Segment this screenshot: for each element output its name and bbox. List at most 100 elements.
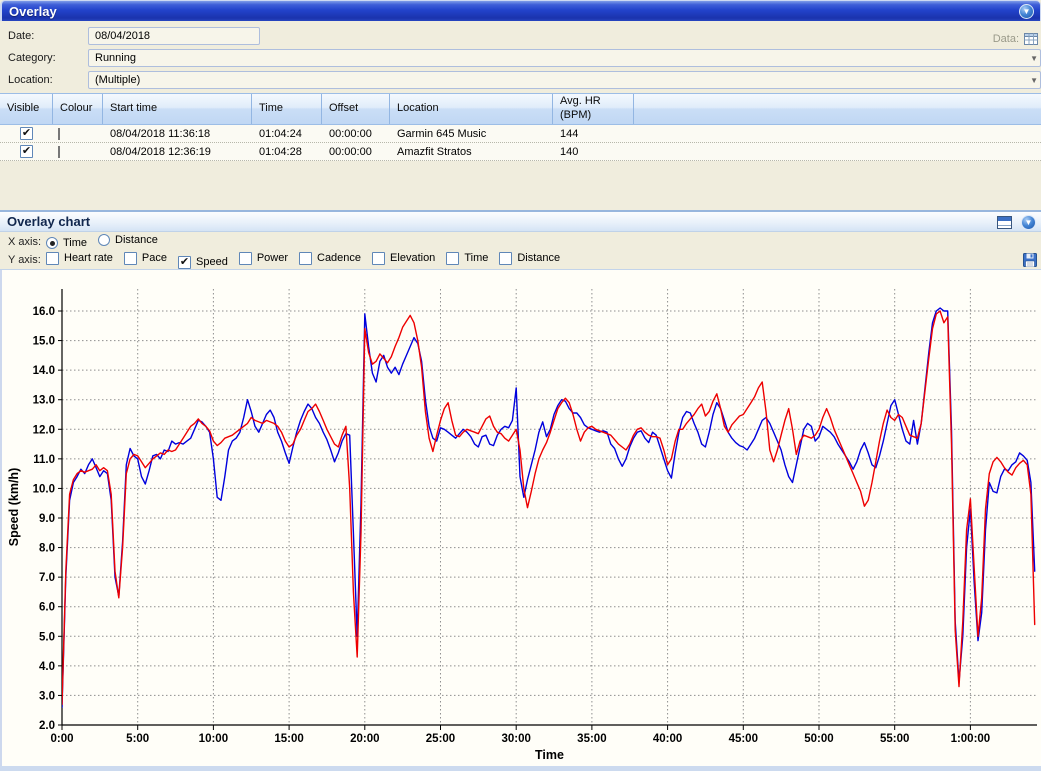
row-start-time: 08/04/2018 11:36:18 — [103, 128, 252, 140]
collapse-chart-button[interactable]: ▼ — [1021, 215, 1036, 230]
checkbox-option-speed[interactable]: ✔Speed — [178, 256, 228, 269]
option-label: Heart rate — [64, 252, 113, 264]
location-combobox[interactable]: (Multiple) ▼ — [88, 71, 1041, 89]
window-split-icon[interactable] — [997, 216, 1012, 229]
radio-icon[interactable] — [46, 237, 58, 249]
category-combobox[interactable]: Running ▼ — [88, 49, 1041, 67]
svg-text:45:00: 45:00 — [729, 733, 758, 745]
checkbox-icon[interactable] — [124, 252, 137, 265]
row-avg-hr: 144 — [553, 128, 634, 140]
radio-icon[interactable] — [98, 234, 110, 246]
svg-text:50:00: 50:00 — [804, 733, 833, 745]
svg-text:10:00: 10:00 — [199, 733, 228, 745]
svg-text:13.0: 13.0 — [33, 395, 55, 407]
colour-swatch[interactable] — [58, 128, 60, 140]
overlay-form: Date: 08/04/2018 Data: Category: Running… — [0, 21, 1041, 93]
chart-section-header: Overlay chart ▼ — [0, 210, 1041, 232]
col-avg-hr[interactable]: Avg. HR (BPM) — [553, 94, 634, 124]
x-axis-controls: X axis: Time Distance — [0, 232, 1041, 251]
panel-title: Overlay — [2, 4, 57, 19]
option-label: Time — [464, 252, 488, 264]
collapse-panel-button[interactable]: ▼ — [1019, 4, 1034, 19]
checkbox-option-time[interactable]: Time — [446, 252, 488, 265]
data-grid-icon[interactable] — [1024, 32, 1038, 46]
svg-text:15.0: 15.0 — [33, 336, 55, 348]
save-icon[interactable] — [1023, 253, 1037, 267]
col-time[interactable]: Time — [252, 94, 322, 124]
date-row: Date: 08/04/2018 Data: — [0, 25, 1041, 47]
svg-text:0:00: 0:00 — [50, 733, 73, 745]
svg-text:3.0: 3.0 — [39, 690, 55, 702]
svg-text:16.0: 16.0 — [33, 306, 55, 318]
y-axis-controls: Y axis: Heart rate Pace ✔Speed Power Cadence… — [0, 251, 1041, 270]
col-offset[interactable]: Offset — [322, 94, 390, 124]
table-row[interactable]: ✔ 08/04/2018 11:36:18 01:04:24 00:00:00 … — [0, 125, 1041, 143]
chart-section-title: Overlay chart — [0, 214, 90, 229]
checkbox-option-elevation[interactable]: Elevation — [372, 252, 435, 265]
checkbox-option-heart-rate[interactable]: Heart rate — [46, 252, 113, 265]
svg-text:25:00: 25:00 — [426, 733, 455, 745]
radio-option-time[interactable]: Time — [46, 237, 87, 249]
row-offset: 00:00:00 — [322, 146, 390, 158]
svg-text:10.0: 10.0 — [33, 483, 55, 495]
svg-text:4.0: 4.0 — [39, 661, 55, 673]
spacer — [0, 161, 1041, 210]
svg-text:11.0: 11.0 — [33, 454, 55, 466]
chevron-down-icon: ▼ — [1023, 8, 1031, 16]
svg-text:55:00: 55:00 — [880, 733, 909, 745]
svg-text:30:00: 30:00 — [501, 733, 530, 745]
x-axis-label: X axis: — [0, 236, 46, 248]
option-label: Pace — [142, 252, 167, 264]
row-avg-hr: 140 — [553, 146, 634, 158]
svg-text:20:00: 20:00 — [350, 733, 379, 745]
col-visible[interactable]: Visible — [0, 94, 53, 124]
checkbox-icon[interactable] — [499, 252, 512, 265]
row-location: Garmin 645 Music — [390, 128, 553, 140]
dropdown-arrow-icon[interactable]: ▼ — [1030, 54, 1038, 63]
checkbox-icon[interactable] — [239, 252, 252, 265]
option-label: Elevation — [390, 252, 435, 264]
checkbox-icon[interactable] — [46, 252, 59, 265]
svg-text:40:00: 40:00 — [653, 733, 682, 745]
category-label: Category: — [0, 52, 88, 64]
row-location: Amazfit Stratos — [390, 146, 553, 158]
col-colour[interactable]: Colour — [53, 94, 103, 124]
checkbox-icon[interactable] — [446, 252, 459, 265]
checkbox-option-distance[interactable]: Distance — [499, 252, 560, 265]
radio-option-distance[interactable]: Distance — [98, 234, 158, 246]
overlay-panel: Overlay ▼ Date: 08/04/2018 Data: Categor… — [0, 0, 1041, 771]
col-location[interactable]: Location — [390, 94, 553, 124]
row-time: 01:04:28 — [252, 146, 322, 158]
checkbox-icon[interactable] — [372, 252, 385, 265]
option-label: Power — [257, 252, 288, 264]
checkbox-icon[interactable] — [299, 252, 312, 265]
svg-text:14.0: 14.0 — [33, 365, 55, 377]
svg-text:5.0: 5.0 — [39, 631, 55, 643]
checkbox-icon[interactable]: ✔ — [178, 256, 191, 269]
y-axis-label: Y axis: — [0, 254, 46, 266]
visible-checkbox[interactable]: ✔ — [20, 127, 33, 140]
option-label: Distance — [517, 252, 560, 264]
svg-text:15:00: 15:00 — [274, 733, 303, 745]
svg-text:Speed (km/h): Speed (km/h) — [7, 468, 21, 547]
checkbox-option-cadence[interactable]: Cadence — [299, 252, 361, 265]
svg-text:5:00: 5:00 — [126, 733, 149, 745]
overlay-chart: 2.03.04.05.06.07.08.09.010.011.012.013.0… — [0, 270, 1041, 766]
location-row: Location: (Multiple) ▼ — [0, 69, 1041, 91]
checkbox-option-pace[interactable]: Pace — [124, 252, 167, 265]
date-input[interactable]: 08/04/2018 — [88, 27, 260, 45]
col-filler — [634, 94, 1041, 124]
chevron-down-icon: ▼ — [1025, 219, 1033, 227]
visible-checkbox[interactable]: ✔ — [20, 145, 33, 158]
colour-swatch[interactable] — [58, 146, 60, 158]
col-start-time[interactable]: Start time — [103, 94, 252, 124]
svg-text:7.0: 7.0 — [39, 572, 55, 584]
checkbox-option-power[interactable]: Power — [239, 252, 288, 265]
svg-text:35:00: 35:00 — [577, 733, 606, 745]
dropdown-arrow-icon[interactable]: ▼ — [1030, 76, 1038, 85]
table-row[interactable]: ✔ 08/04/2018 12:36:19 01:04:28 00:00:00 … — [0, 143, 1041, 161]
option-label: Distance — [115, 234, 158, 246]
bottom-frame — [0, 766, 1041, 771]
data-label: Data: — [993, 33, 1019, 45]
activities-table: Visible Colour Start time Time Offset Lo… — [0, 93, 1041, 161]
